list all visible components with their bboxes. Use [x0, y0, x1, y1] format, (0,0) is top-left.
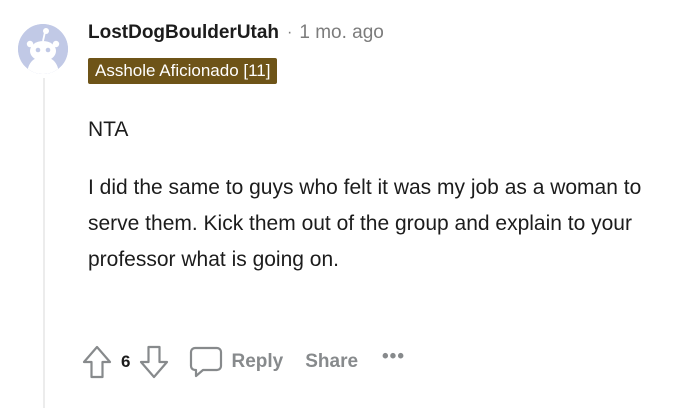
arrow-up-icon	[82, 345, 112, 379]
comment-body: NTA I did the same to guys who felt it w…	[88, 112, 688, 278]
reddit-snoo-avatar-icon	[18, 24, 68, 74]
arrow-down-icon	[140, 345, 169, 379]
comment-header: LostDogBoulderUtah · 1 mo. ago	[88, 20, 384, 46]
downvote-button[interactable]	[139, 345, 169, 379]
comment-action-bar: 6 Reply Share •••	[82, 343, 405, 381]
speech-bubble-icon	[190, 346, 223, 378]
comment-paragraph: NTA	[88, 118, 129, 141]
comment-paragraph: I did the same to guys who felt it was m…	[88, 176, 642, 271]
avatar[interactable]	[18, 24, 68, 74]
reply-button[interactable]: Reply	[189, 346, 283, 378]
vote-count: 6	[121, 352, 131, 371]
thread-line[interactable]	[43, 78, 45, 408]
user-flair: Asshole Aficionado [11]	[88, 58, 278, 84]
upvote-button[interactable]	[82, 345, 112, 379]
comment-timestamp[interactable]: 1 mo. ago	[299, 22, 384, 44]
reply-label: Reply	[231, 351, 284, 372]
meta-separator: ·	[287, 24, 293, 41]
share-button[interactable]: Share	[305, 351, 358, 373]
comment-author[interactable]: LostDogBoulderUtah	[88, 22, 279, 44]
more-options-button[interactable]: •••	[382, 346, 405, 368]
